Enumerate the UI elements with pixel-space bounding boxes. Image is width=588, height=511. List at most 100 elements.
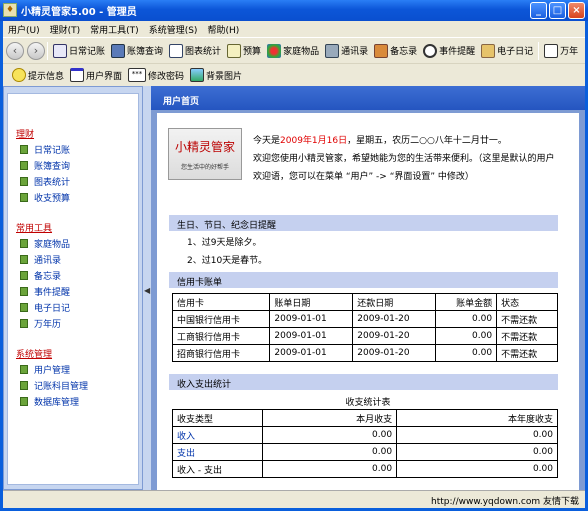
sidebar-item-account-query[interactable]: 账簿查询 [20, 159, 70, 172]
table-row: 招商银行信用卡 2009-01-01 2009-01-20 0.00 不需还款 [171, 344, 558, 362]
column-header: 账单金额 [435, 293, 498, 311]
memo-button[interactable]: 备忘录 [371, 40, 420, 62]
change-password-label: 修改密码 [148, 71, 185, 82]
collapse-arrow-icon[interactable]: ◀ [144, 286, 150, 295]
book-icon [20, 161, 28, 170]
table-cell: 2009-01-20 [352, 344, 437, 362]
close-button[interactable]: × [568, 2, 585, 19]
table-cell: 0.00 [435, 344, 498, 362]
app-window: ♦ 小精灵管家5.00 - 管理员 _ □ × 用户(U) 理财(T) 常用工具… [0, 0, 588, 511]
splitter-handle[interactable]: ◀ [143, 86, 151, 490]
column-header: 账单日期 [269, 293, 354, 311]
table-cell: 不需还款 [496, 310, 558, 328]
event-reminder-button[interactable]: 事件提醒 [420, 40, 478, 62]
status-bar: http://www.yqdown.com 友情下载 [3, 490, 585, 508]
app-logo: 小精灵管家 您生活中的好帮手 [168, 128, 242, 180]
calendar-label: 万年 [560, 47, 579, 57]
sidebar-item-label: 用户管理 [34, 366, 71, 376]
change-password-button[interactable]: *** 修改密码 [125, 64, 187, 86]
credit-card-section-title: 信用卡账单 [169, 272, 558, 288]
sidebar-item-calendar[interactable]: 万年历 [20, 317, 61, 330]
password-icon: *** [128, 68, 147, 82]
household-items-label: 家庭物品 [283, 47, 320, 57]
income-link[interactable]: 收入 [172, 426, 263, 444]
sidebar-group-tools[interactable]: 常用工具 [16, 221, 52, 234]
sidebar-item-contacts[interactable]: 通讯录 [20, 253, 61, 266]
tip-icon [12, 68, 26, 82]
menu-user[interactable]: 用户(U) [3, 23, 45, 36]
diary-icon [481, 43, 496, 58]
diary-button[interactable]: 电子日记 [478, 40, 536, 62]
budget-button[interactable]: 预算 [224, 40, 264, 62]
book-icon [20, 271, 28, 280]
sidebar-item-label: 收支预算 [34, 194, 71, 204]
title-bar: ♦ 小精灵管家5.00 - 管理员 _ □ × [0, 0, 588, 21]
background-image-button[interactable]: 背景图片 [187, 64, 245, 86]
book-icon [20, 255, 28, 264]
menu-system[interactable]: 系统管理(S) [144, 23, 203, 36]
daily-accounting-button[interactable]: 日常记账 [50, 40, 108, 62]
minimize-button[interactable]: _ [530, 2, 547, 19]
page-title: 用户首页 [151, 86, 585, 110]
table-cell: 2009-01-01 [269, 344, 354, 362]
table-cell: 0.00 [435, 327, 498, 345]
sidebar-item-household-items[interactable]: 家庭物品 [20, 237, 70, 250]
contacts-button[interactable]: 通讯录 [322, 40, 371, 62]
calendar-icon [544, 43, 559, 58]
sidebar-item-daily-accounting[interactable]: 日常记账 [20, 143, 70, 156]
table-row: 工商银行信用卡 2009-01-01 2009-01-20 0.00 不需还款 [171, 327, 558, 345]
chart-stats-button[interactable]: 图表统计 [166, 40, 224, 62]
account-query-button[interactable]: 账簿查询 [108, 40, 166, 62]
toolbar-separator [538, 41, 540, 60]
sidebar-item-label: 备忘录 [34, 272, 62, 282]
column-header: 还款日期 [352, 293, 437, 311]
logo-title: 小精灵管家 [174, 140, 235, 154]
expense-link[interactable]: 支出 [172, 443, 263, 461]
forward-button[interactable]: › [27, 41, 45, 60]
main-toolbar: ‹ › 日常记账 账簿查询 图表统计 预算 家庭物品 通讯录 备忘录 事件提醒 … [3, 37, 585, 63]
background-image-label: 背景图片 [206, 71, 243, 82]
items-icon [267, 43, 282, 58]
menu-bar: 用户(U) 理财(T) 常用工具(T) 系统管理(S) 帮助(H) [3, 21, 585, 37]
sidebar: 理财 日常记账 账簿查询 图表统计 收支预算 常用工具 家庭物品 通讯录 备忘录… [3, 86, 143, 490]
client-area: 理财 日常记账 账簿查询 图表统计 收支预算 常用工具 家庭物品 通讯录 备忘录… [3, 86, 585, 490]
home-content: 小精灵管家 您生活中的好帮手 今天是2009年1月16日，星期五，农历二○○八年… [157, 113, 579, 490]
today-date: 2009年1月16日 [280, 136, 348, 146]
sidebar-item-label: 记账科目管理 [34, 382, 89, 392]
budget-label: 预算 [243, 47, 262, 57]
book-icon [20, 319, 28, 328]
table-row: 收入 - 支出 0.00 0.00 [172, 460, 558, 478]
sidebar-item-user-management[interactable]: 用户管理 [20, 363, 70, 376]
sidebar-item-budget[interactable]: 收支预算 [20, 191, 70, 204]
user-interface-button[interactable]: 用户界面 [67, 64, 125, 86]
table-header-row: 信用卡 账单日期 还款日期 账单金额 状态 [171, 293, 558, 311]
menu-help[interactable]: 帮助(H) [202, 23, 244, 36]
table-cell: 2009-01-20 [352, 327, 437, 345]
sidebar-item-account-subjects[interactable]: 记账科目管理 [20, 379, 88, 392]
budget-icon [227, 43, 242, 58]
table-cell: 不需还款 [496, 327, 558, 345]
app-icon: ♦ [3, 3, 17, 17]
sidebar-item-database[interactable]: 数据库管理 [20, 395, 79, 408]
back-button[interactable]: ‹ [6, 41, 24, 60]
sidebar-item-label: 通讯录 [34, 256, 62, 266]
menu-finance[interactable]: 理财(T) [45, 23, 86, 36]
sidebar-item-diary[interactable]: 电子日记 [20, 301, 70, 314]
book-icon [20, 177, 28, 186]
memo-label: 备忘录 [390, 47, 418, 57]
tip-info-button[interactable]: 提示信息 [9, 64, 67, 86]
maximize-button[interactable]: □ [549, 2, 566, 19]
sidebar-item-chart-stats[interactable]: 图表统计 [20, 175, 70, 188]
calendar-button[interactable]: 万年 [541, 40, 581, 62]
sidebar-item-memo[interactable]: 备忘录 [20, 269, 61, 282]
book-icon [20, 145, 28, 154]
sidebar-group-finance[interactable]: 理财 [16, 127, 34, 140]
household-items-button[interactable]: 家庭物品 [264, 40, 322, 62]
sidebar-item-label: 图表统计 [34, 178, 71, 188]
today-line: 今天是2009年1月16日，星期五，农历二○○八年十二月廿一。 [253, 133, 507, 146]
menu-tools[interactable]: 常用工具(T) [85, 23, 144, 36]
sidebar-item-event-reminder[interactable]: 事件提醒 [20, 285, 70, 298]
secondary-toolbar: 提示信息 用户界面 *** 修改密码 背景图片 [3, 63, 585, 86]
sidebar-group-system[interactable]: 系统管理 [16, 347, 52, 360]
stats-table: 收支类型 本月收支 本年度收支 收入 0.00 0.00 支出 0.00 0.0… [172, 409, 558, 478]
